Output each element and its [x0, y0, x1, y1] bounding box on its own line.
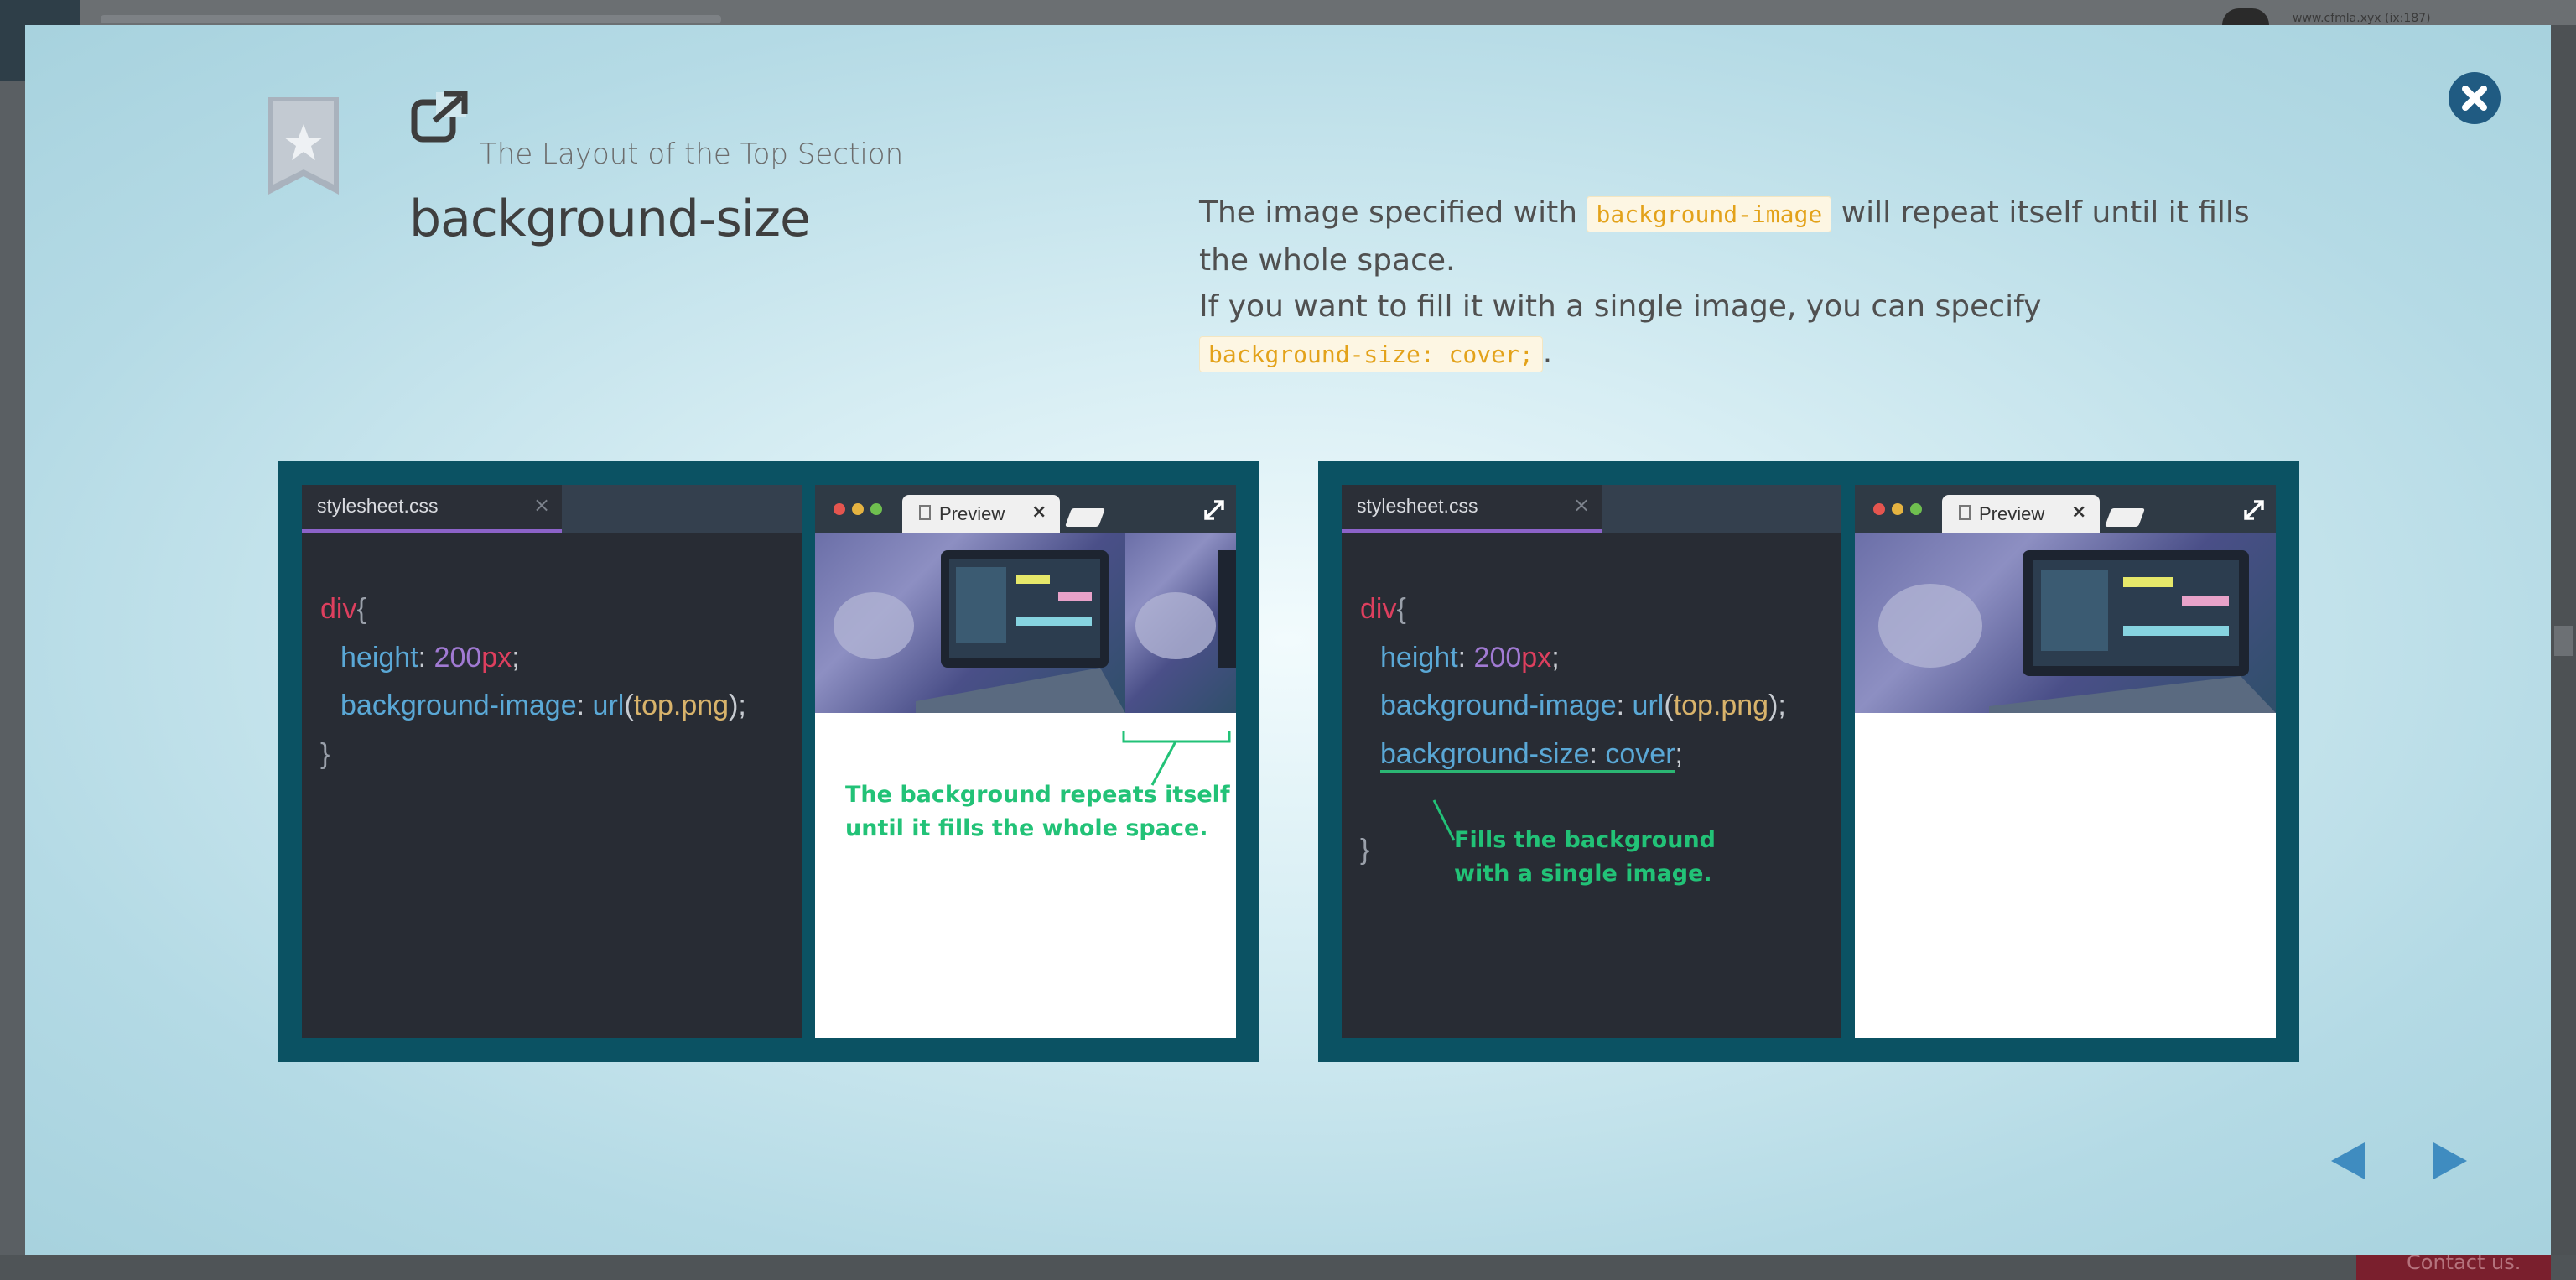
scrollbar[interactable] — [2551, 25, 2576, 1255]
expand-icon[interactable] — [2242, 498, 2266, 522]
preview-topbar: Preview × — [1855, 485, 2276, 533]
description-text-1: The image specified with — [1199, 195, 1578, 230]
code-line: div{ — [320, 585, 746, 634]
editor-tab[interactable]: stylesheet.css × — [1342, 485, 1602, 533]
window-maximize-dot — [1910, 503, 1922, 515]
triangle-left-icon[interactable] — [2329, 1141, 2366, 1181]
laptop-photo-illustration — [834, 550, 1125, 713]
background-photo-cover — [1855, 533, 2276, 713]
code-property: height — [340, 641, 418, 674]
preview-image-cover — [1855, 533, 2276, 713]
example-panel-cover: stylesheet.css × div{ height: 200px; bac… — [1318, 461, 2299, 1062]
editor-tab-close-icon[interactable]: × — [533, 493, 550, 517]
code-brace: } — [1360, 834, 1370, 866]
code-line: background-image: url(top.png); — [1380, 689, 1786, 721]
code-line: background-size: cover; — [1360, 731, 1786, 779]
editor-tab[interactable]: stylesheet.css × — [302, 485, 562, 533]
preview-tab-close-icon[interactable]: × — [2071, 502, 2086, 523]
external-link-icon[interactable] — [411, 91, 468, 143]
code-property: background-image — [1380, 689, 1617, 721]
annotation-text: The background repeats itself until it f… — [845, 778, 1230, 846]
laptop-photo-illustration — [1878, 550, 2276, 713]
code-editor: stylesheet.css × div{ height: 200px; bac… — [1342, 485, 1841, 1038]
code-number: 200 — [1473, 641, 1522, 674]
code-brace: { — [356, 593, 366, 625]
page-title: background-size — [409, 190, 811, 248]
preview-image-repeated — [815, 533, 1236, 713]
browser-preview: Preview × — [1855, 485, 2276, 1038]
code-unit: px — [1521, 641, 1552, 674]
code-block: div{ height: 200px; background-image: ur… — [320, 585, 746, 778]
description: The image specified with background-imag… — [1199, 190, 2272, 377]
description-text-4: . — [1542, 336, 1553, 370]
document-icon — [919, 505, 931, 520]
lesson-modal: The Layout of the Top Section background… — [25, 25, 2551, 1255]
inline-code-2: background-size: cover; — [1199, 336, 1543, 372]
window-minimize-dot — [852, 503, 864, 515]
code-property: height — [1380, 641, 1458, 674]
avatar — [2222, 8, 2269, 25]
code-property: background-size — [1380, 737, 1590, 770]
window-minimize-dot — [1892, 503, 1903, 515]
background-bottom-bar — [0, 1255, 2576, 1280]
code-argument: top.png — [633, 689, 730, 721]
highlighted-declaration: background-size: cover — [1380, 737, 1675, 773]
editor-tab-label: stylesheet.css — [1357, 495, 1478, 517]
preview-tab[interactable]: Preview × — [902, 495, 1060, 533]
code-editor: stylesheet.css × div{ height: 200px; bac… — [302, 485, 802, 1038]
annotation-line: The background repeats itself — [845, 782, 1230, 808]
new-tab-button[interactable] — [2104, 508, 2146, 527]
preview-tab-label: Preview — [1979, 503, 2045, 524]
code-number: 200 — [434, 641, 482, 674]
code-value: cover — [1605, 737, 1675, 770]
window-close-dot — [834, 503, 845, 515]
code-brace: { — [1396, 593, 1406, 625]
editor-tab-label: stylesheet.css — [317, 495, 439, 517]
annotation-text: Fills the background with a single image… — [1454, 824, 1716, 891]
document-icon — [1959, 505, 1971, 520]
background-bar — [101, 15, 721, 23]
new-tab-button[interactable] — [1064, 508, 1106, 527]
code-brace: } — [320, 737, 330, 770]
example-panel-repeat: stylesheet.css × div{ height: 200px; bac… — [278, 461, 1259, 1062]
preview-tab-label: Preview — [939, 503, 1005, 524]
section-subtitle: The Layout of the Top Section — [480, 138, 904, 171]
scrollbar-thumb[interactable] — [2554, 626, 2573, 656]
code-line: height: 200px; — [340, 641, 520, 674]
code-selector: div — [320, 593, 357, 625]
close-icon — [2462, 86, 2487, 111]
window-close-dot — [1873, 503, 1885, 515]
code-line: height: 200px; — [1380, 641, 1560, 674]
annotation-line: with a single image. — [1454, 861, 1712, 887]
code-property: background-image — [340, 689, 577, 721]
annotation-line: Fills the background — [1454, 827, 1716, 853]
close-button[interactable] — [2449, 72, 2501, 124]
background-tiny-text: www.cfmla.xyx (ix:187) — [2293, 12, 2431, 25]
annotation-line: until it fills the whole space. — [845, 815, 1208, 841]
code-function: url — [1632, 689, 1665, 721]
inline-code-1: background-image — [1587, 196, 1832, 232]
expand-icon[interactable] — [1202, 498, 1226, 522]
code-function: url — [592, 689, 625, 721]
bookmark-star-icon[interactable] — [268, 97, 339, 195]
code-line: background-image: url(top.png); — [340, 689, 746, 721]
laptop-photo-illustration — [1135, 550, 1236, 668]
code-line: } — [320, 731, 746, 779]
code-unit: px — [481, 641, 512, 674]
window-maximize-dot — [870, 503, 882, 515]
preview-tab-close-icon[interactable]: × — [1031, 502, 1046, 523]
background-photo-tile-repeat — [1125, 533, 1236, 713]
triangle-right-icon[interactable] — [2432, 1141, 2469, 1181]
browser-preview: Preview × — [815, 485, 1236, 1038]
background-photo-tile — [815, 533, 1125, 713]
description-text-3: If you want to fill it with a single ima… — [1199, 289, 2042, 324]
preview-topbar: Preview × — [815, 485, 1236, 533]
editor-tab-close-icon[interactable]: × — [1573, 493, 1590, 517]
code-selector: div — [1360, 593, 1397, 625]
preview-tab[interactable]: Preview × — [1942, 495, 2100, 533]
code-line: div{ — [1360, 585, 1786, 634]
code-argument: top.png — [1673, 689, 1769, 721]
